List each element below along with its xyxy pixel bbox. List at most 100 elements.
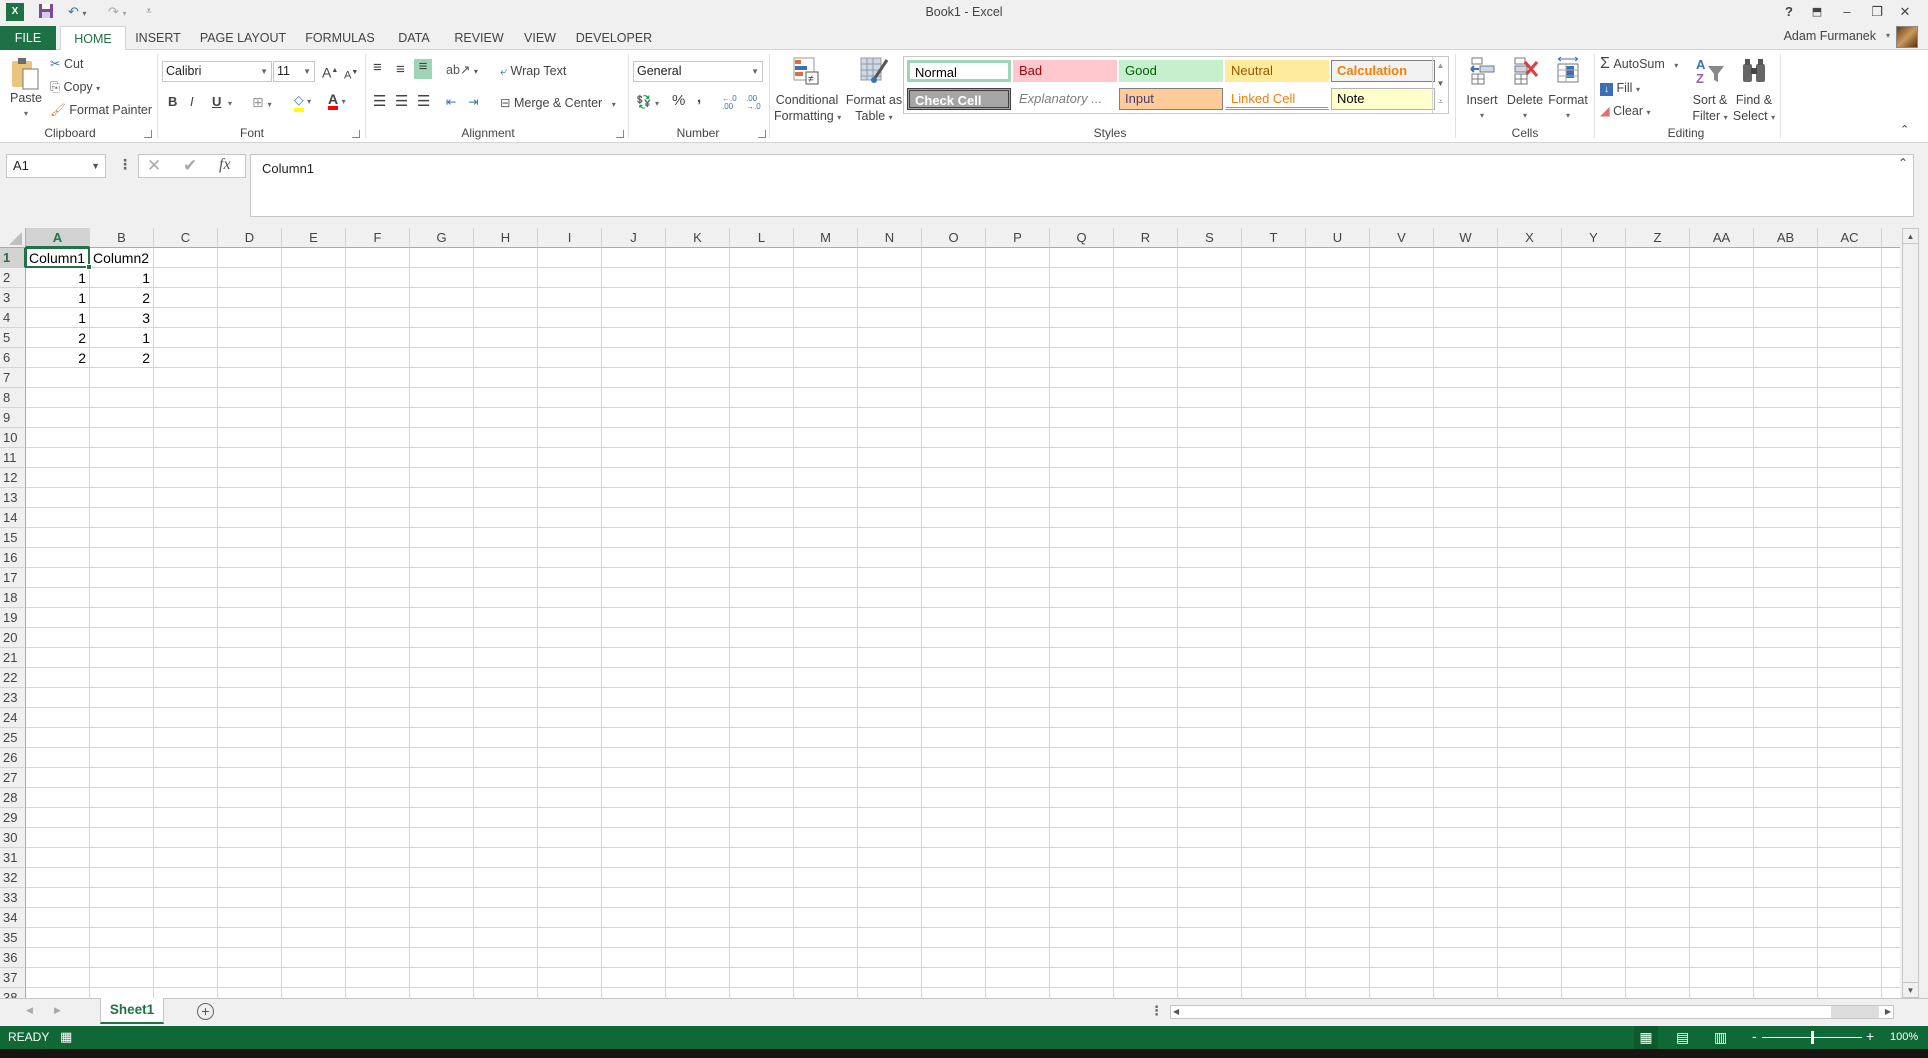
cut-button[interactable]: ✂ Cut: [50, 56, 83, 72]
column-header-aa[interactable]: AA: [1690, 228, 1754, 248]
cell-k3[interactable]: [666, 288, 730, 308]
cell-v1[interactable]: [1370, 248, 1434, 268]
cell-a5[interactable]: 2: [26, 328, 90, 348]
cell-n10[interactable]: [858, 428, 922, 448]
cell-c22[interactable]: [154, 668, 218, 688]
cell-c5[interactable]: [154, 328, 218, 348]
cell-f22[interactable]: [346, 668, 410, 688]
cell-f18[interactable]: [346, 588, 410, 608]
cell-aa22[interactable]: [1690, 668, 1754, 688]
row-header-32[interactable]: 32: [0, 868, 26, 888]
cell-u17[interactable]: [1306, 568, 1370, 588]
align-center-icon[interactable]: ☰: [395, 94, 408, 110]
column-header-q[interactable]: Q: [1050, 228, 1114, 248]
cell-z15[interactable]: [1626, 528, 1690, 548]
cell-o11[interactable]: [922, 448, 986, 468]
cell-a9[interactable]: [26, 408, 90, 428]
cell-b30[interactable]: [90, 828, 154, 848]
cell-w8[interactable]: [1434, 388, 1498, 408]
cell-h36[interactable]: [474, 948, 538, 968]
cell-h30[interactable]: [474, 828, 538, 848]
cell-v19[interactable]: [1370, 608, 1434, 628]
cell-e22[interactable]: [282, 668, 346, 688]
cell-aa38[interactable]: [1690, 988, 1754, 998]
cell-b13[interactable]: [90, 488, 154, 508]
cell-g29[interactable]: [410, 808, 474, 828]
gallery-more-icon[interactable]: ⩡: [1433, 93, 1448, 111]
cell-i8[interactable]: [538, 388, 602, 408]
row-header-3[interactable]: 3: [0, 288, 26, 308]
cell-u15[interactable]: [1306, 528, 1370, 548]
cell-aa10[interactable]: [1690, 428, 1754, 448]
cell-f28[interactable]: [346, 788, 410, 808]
cell-j38[interactable]: [602, 988, 666, 998]
cell-y20[interactable]: [1562, 628, 1626, 648]
cell-q19[interactable]: [1050, 608, 1114, 628]
row-header-22[interactable]: 22: [0, 668, 26, 688]
cell-b21[interactable]: [90, 648, 154, 668]
cell-s10[interactable]: [1178, 428, 1242, 448]
cell-z32[interactable]: [1626, 868, 1690, 888]
cell-g20[interactable]: [410, 628, 474, 648]
cell-s7[interactable]: [1178, 368, 1242, 388]
underline-button[interactable]: U: [212, 94, 221, 110]
cell-m14[interactable]: [794, 508, 858, 528]
cell-aa15[interactable]: [1690, 528, 1754, 548]
cell-ab23[interactable]: [1754, 688, 1818, 708]
cell-x34[interactable]: [1498, 908, 1562, 928]
row-header-17[interactable]: 17: [0, 568, 26, 588]
cell-k2[interactable]: [666, 268, 730, 288]
cell-z24[interactable]: [1626, 708, 1690, 728]
cell-e23[interactable]: [282, 688, 346, 708]
cell-ab6[interactable]: [1754, 348, 1818, 368]
cell-m18[interactable]: [794, 588, 858, 608]
cell-x38[interactable]: [1498, 988, 1562, 998]
cell-c3[interactable]: [154, 288, 218, 308]
cell-extra15[interactable]: [1882, 528, 1900, 548]
cell-n30[interactable]: [858, 828, 922, 848]
cell-m38[interactable]: [794, 988, 858, 998]
cell-t16[interactable]: [1242, 548, 1306, 568]
cell-q20[interactable]: [1050, 628, 1114, 648]
cell-z23[interactable]: [1626, 688, 1690, 708]
cell-o22[interactable]: [922, 668, 986, 688]
cell-d16[interactable]: [218, 548, 282, 568]
column-header-k[interactable]: K: [666, 228, 730, 248]
cell-q8[interactable]: [1050, 388, 1114, 408]
cell-o5[interactable]: [922, 328, 986, 348]
cell-a6[interactable]: 2: [26, 348, 90, 368]
cell-x32[interactable]: [1498, 868, 1562, 888]
cell-k30[interactable]: [666, 828, 730, 848]
cell-b2[interactable]: 1: [90, 268, 154, 288]
cell-c2[interactable]: [154, 268, 218, 288]
cell-ab1[interactable]: [1754, 248, 1818, 268]
cell-q15[interactable]: [1050, 528, 1114, 548]
cell-q34[interactable]: [1050, 908, 1114, 928]
cell-a36[interactable]: [26, 948, 90, 968]
cell-f23[interactable]: [346, 688, 410, 708]
cell-w25[interactable]: [1434, 728, 1498, 748]
cell-aa16[interactable]: [1690, 548, 1754, 568]
cell-extra37[interactable]: [1882, 968, 1900, 988]
cell-aa7[interactable]: [1690, 368, 1754, 388]
cell-v38[interactable]: [1370, 988, 1434, 998]
cell-m7[interactable]: [794, 368, 858, 388]
cell-v13[interactable]: [1370, 488, 1434, 508]
cell-k35[interactable]: [666, 928, 730, 948]
cell-s35[interactable]: [1178, 928, 1242, 948]
cell-q12[interactable]: [1050, 468, 1114, 488]
row-header-16[interactable]: 16: [0, 548, 26, 568]
cell-s27[interactable]: [1178, 768, 1242, 788]
cell-i3[interactable]: [538, 288, 602, 308]
cell-extra30[interactable]: [1882, 828, 1900, 848]
cell-m21[interactable]: [794, 648, 858, 668]
cell-n14[interactable]: [858, 508, 922, 528]
cell-m32[interactable]: [794, 868, 858, 888]
cell-x20[interactable]: [1498, 628, 1562, 648]
cell-k14[interactable]: [666, 508, 730, 528]
cell-j16[interactable]: [602, 548, 666, 568]
cell-m31[interactable]: [794, 848, 858, 868]
cell-d37[interactable]: [218, 968, 282, 988]
cell-b7[interactable]: [90, 368, 154, 388]
cell-c17[interactable]: [154, 568, 218, 588]
